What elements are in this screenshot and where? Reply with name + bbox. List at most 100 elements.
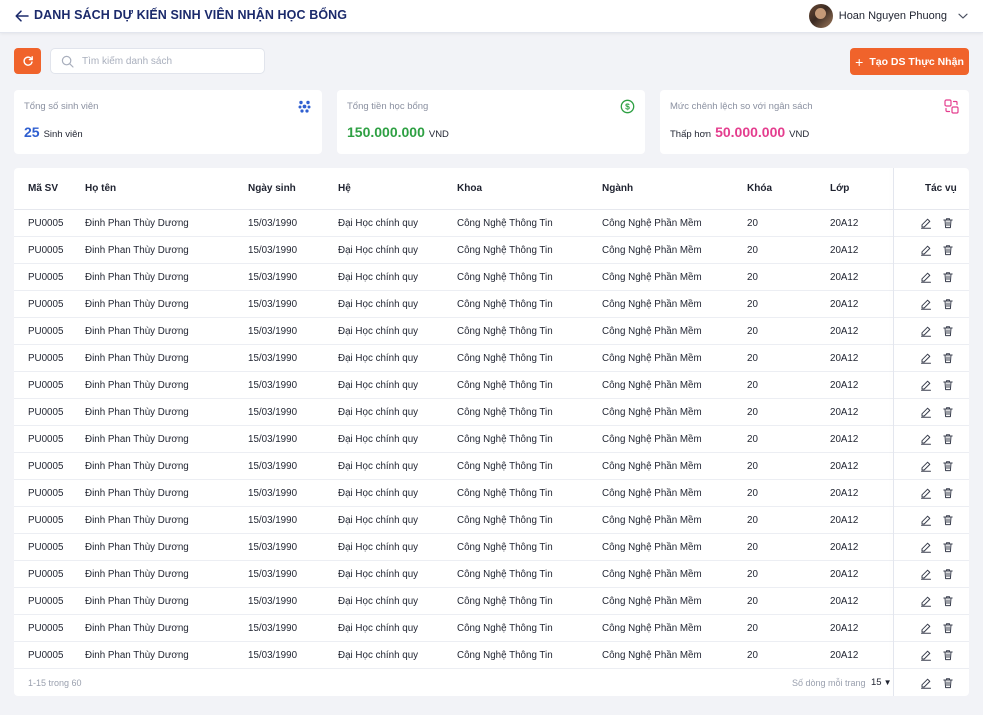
col-header-khoa-hoc[interactable]: Khóa [747,183,772,194]
rows-per-page-label: Số dòng mỗi trang [792,678,866,688]
cell-lop: 20A12 [830,569,859,580]
trash-icon[interactable] [942,649,954,661]
trash-icon[interactable] [942,595,954,607]
trash-icon[interactable] [942,460,954,472]
cell-khoa: Công Nghệ Thông Tin [457,569,553,580]
trash-icon[interactable] [942,244,954,256]
cell-khoa-hoc: 20 [747,650,758,661]
cell-khoa: Công Nghệ Thông Tin [457,407,553,418]
cell-khoa-hoc: 20 [747,353,758,364]
cell-khoa-hoc: 20 [747,326,758,337]
col-header-ma-sv[interactable]: Mã SV [28,183,58,194]
user-name: Hoan Nguyen Phuong [838,10,947,22]
create-list-button[interactable]: + Tạo DS Thực Nhận [850,48,969,75]
cell-lop: 20A12 [830,299,859,310]
plus-icon: + [855,53,864,70]
trash-icon[interactable] [942,217,954,229]
cell-ho-ten: Đinh Phan Thùy Dương [85,515,189,526]
cell-he: Đại Học chính quy [338,461,419,472]
edit-icon[interactable] [920,325,932,337]
cell-ma-sv: PU0005 [28,569,64,580]
edit-icon[interactable] [920,217,932,229]
edit-icon[interactable] [920,460,932,472]
trash-icon[interactable] [942,352,954,364]
table-row[interactable]: PU0005 Đinh Phan Thùy Dương 15/03/1990 Đại … [14,426,969,453]
cell-khoa-hoc: 20 [747,299,758,310]
edit-icon[interactable] [920,406,932,418]
edit-icon[interactable] [920,244,932,256]
table-row[interactable]: PU0005 Đinh Phan Thùy Dương 15/03/1990 Đại … [14,615,969,642]
trash-icon[interactable] [942,379,954,391]
dollar-circle-icon: $ [620,99,635,114]
trash-icon[interactable] [942,433,954,445]
table-row[interactable]: PU0005 Đinh Phan Thùy Dương 15/03/1990 Đại … [14,588,969,615]
rows-per-page-select[interactable]: 15 ▼ [871,677,892,688]
cell-ma-sv: PU0005 [28,407,64,418]
search-input[interactable] [82,55,262,67]
table-row[interactable]: PU0005 Đinh Phan Thùy Dương 15/03/1990 Đại … [14,507,969,534]
edit-icon[interactable] [920,487,932,499]
col-header-ngay-sinh[interactable]: Ngày sinh [248,183,296,194]
cell-ngay-sinh: 15/03/1990 [248,299,298,310]
cell-ngay-sinh: 15/03/1990 [248,596,298,607]
table-footer: 1-15 trong 60 Số dòng mỗi trang 15 ▼ [14,669,969,696]
cell-ho-ten: Đinh Phan Thùy Dương [85,434,189,445]
cell-ho-ten: Đinh Phan Thùy Dương [85,623,189,634]
trash-icon[interactable] [942,568,954,580]
trash-icon[interactable] [942,487,954,499]
trash-icon[interactable] [942,677,954,689]
edit-icon[interactable] [920,352,932,364]
trash-icon[interactable] [942,406,954,418]
table-row[interactable]: PU0005 Đinh Phan Thùy Dương 15/03/1990 Đại … [14,453,969,480]
table-row[interactable]: PU0005 Đinh Phan Thùy Dương 15/03/1990 Đại … [14,237,969,264]
edit-icon[interactable] [920,379,932,391]
page-title: DANH SÁCH DỰ KIẾN SINH VIÊN NHẬN HỌC BỔN… [34,8,348,22]
total-unit: VND [428,129,449,140]
table-row[interactable]: PU0005 Đinh Phan Thùy Dương 15/03/1990 Đại … [14,642,969,669]
table-row[interactable]: PU0005 Đinh Phan Thùy Dương 15/03/1990 Đại … [14,210,969,237]
table-row[interactable]: PU0005 Đinh Phan Thùy Dương 15/03/1990 Đại … [14,561,969,588]
trash-icon[interactable] [942,325,954,337]
cell-ngay-sinh: 15/03/1990 [248,569,298,580]
col-header-he[interactable]: Hệ [338,183,351,194]
chevron-down-icon[interactable] [957,10,969,22]
user-menu[interactable]: Hoan Nguyen Phuong [808,3,969,29]
table-row[interactable]: PU0005 Đinh Phan Thùy Dương 15/03/1990 Đại … [14,480,969,507]
edit-icon[interactable] [920,595,932,607]
avatar[interactable] [808,4,833,28]
cell-lop: 20A12 [830,461,859,472]
arrow-left-icon[interactable] [14,8,30,24]
edit-icon[interactable] [920,271,932,283]
edit-icon[interactable] [920,298,932,310]
cell-ho-ten: Đinh Phan Thùy Dương [85,650,189,661]
cell-lop: 20A12 [830,245,859,256]
table-row[interactable]: PU0005 Đinh Phan Thùy Dương 15/03/1990 Đại … [14,372,969,399]
edit-icon[interactable] [920,677,932,689]
edit-icon[interactable] [920,622,932,634]
col-header-ho-ten[interactable]: Họ tên [85,183,116,194]
table-row[interactable]: PU0005 Đinh Phan Thùy Dương 15/03/1990 Đại … [14,399,969,426]
cell-ho-ten: Đinh Phan Thùy Dương [85,569,189,580]
table-row[interactable]: PU0005 Đinh Phan Thùy Dương 15/03/1990 Đại … [14,534,969,561]
cell-khoa-hoc: 20 [747,515,758,526]
trash-icon[interactable] [942,622,954,634]
table-row[interactable]: PU0005 Đinh Phan Thùy Dương 15/03/1990 Đại … [14,345,969,372]
col-header-nganh[interactable]: Ngành [602,183,633,194]
trash-icon[interactable] [942,271,954,283]
cell-khoa: Công Nghệ Thông Tin [457,272,553,283]
edit-icon[interactable] [920,649,932,661]
edit-icon[interactable] [920,433,932,445]
edit-icon[interactable] [920,514,932,526]
table-row[interactable]: PU0005 Đinh Phan Thùy Dương 15/03/1990 Đại … [14,264,969,291]
col-header-lop[interactable]: Lớp [830,183,849,194]
trash-icon[interactable] [942,514,954,526]
edit-icon[interactable] [920,541,932,553]
trash-icon[interactable] [942,298,954,310]
table-row[interactable]: PU0005 Đinh Phan Thùy Dương 15/03/1990 Đại … [14,318,969,345]
edit-icon[interactable] [920,568,932,580]
refresh-button[interactable] [14,48,41,74]
col-header-khoa[interactable]: Khoa [457,183,482,194]
cell-nganh: Công Nghệ Phần Mềm [602,515,702,526]
trash-icon[interactable] [942,541,954,553]
table-row[interactable]: PU0005 Đinh Phan Thùy Dương 15/03/1990 Đại … [14,291,969,318]
